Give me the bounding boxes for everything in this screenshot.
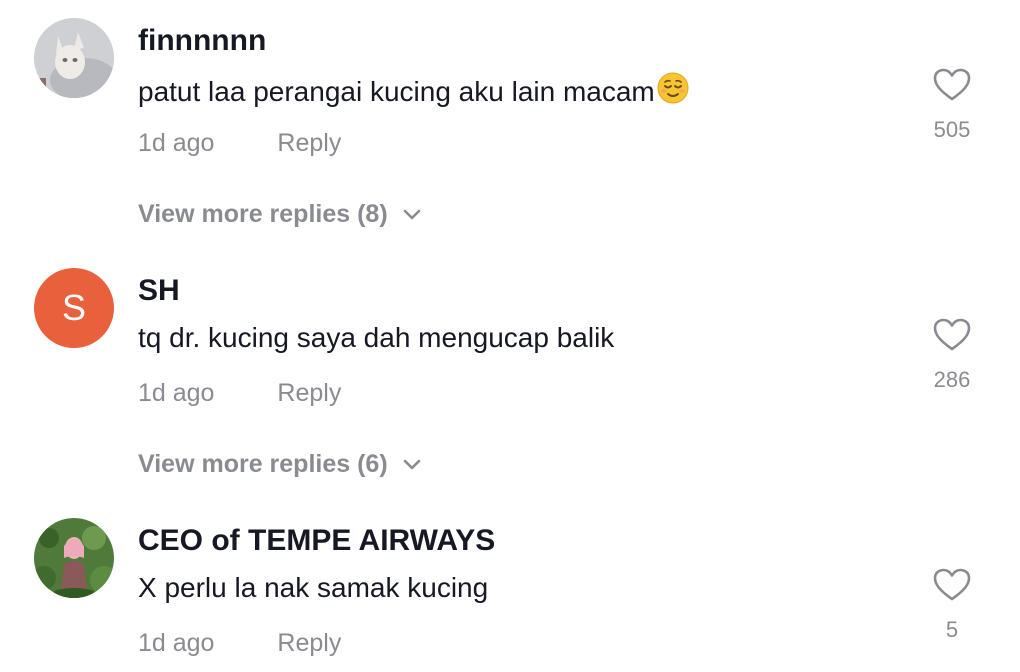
- avatar-letter: S: [61, 287, 86, 328]
- comment-text: tq dr. kucing saya dah mengucap balik: [138, 322, 614, 354]
- username[interactable]: CEO of TEMPE AIRWAYS: [138, 524, 495, 558]
- reply-button[interactable]: Reply: [277, 379, 341, 407]
- timestamp: 1d ago: [138, 129, 215, 157]
- avatar[interactable]: S: [34, 268, 114, 348]
- reply-button[interactable]: Reply: [277, 129, 341, 157]
- avatar[interactable]: [34, 518, 114, 598]
- view-more-label: View more replies (8): [138, 200, 388, 228]
- like-count: 505: [933, 117, 971, 142]
- like-count: 5: [945, 617, 959, 642]
- avatar[interactable]: [34, 18, 114, 98]
- heart-outline-icon[interactable]: [924, 68, 980, 107]
- heart-outline-icon[interactable]: [924, 568, 980, 607]
- comment-text: X perlu la nak samak kucing: [138, 572, 488, 604]
- like-control: 286: [924, 318, 980, 393]
- username[interactable]: finnnnnn: [138, 24, 266, 58]
- timestamp: 1d ago: [138, 629, 215, 657]
- comment-meta: 1d ago Reply: [138, 129, 341, 158]
- comment-meta: 1d ago Reply: [138, 379, 341, 408]
- view-more-replies-button[interactable]: View more replies (6): [138, 450, 422, 479]
- reply-button[interactable]: Reply: [277, 629, 341, 657]
- comment-text-body: patut laa perangai kucing aku lain macam: [138, 75, 655, 107]
- relieved-face-emoji: [657, 72, 689, 111]
- heart-outline-icon[interactable]: [924, 318, 980, 357]
- chevron-down-icon: [403, 209, 420, 219]
- comment-text-body: X perlu la nak samak kucing: [138, 572, 489, 603]
- comment-text: patut laa perangai kucing aku lain macam: [138, 72, 689, 111]
- comment-text-body: tq dr. kucing saya dah mengucap balik: [138, 322, 615, 353]
- username[interactable]: SH: [138, 274, 180, 308]
- timestamp: 1d ago: [138, 379, 215, 407]
- comment-meta: 1d ago Reply: [138, 629, 341, 658]
- view-more-replies-button[interactable]: View more replies (8): [138, 200, 422, 229]
- like-count: 286: [933, 367, 971, 392]
- like-control: 505: [924, 68, 980, 143]
- view-more-label: View more replies (6): [138, 450, 388, 478]
- chevron-down-icon: [403, 459, 420, 469]
- like-control: 5: [924, 568, 980, 643]
